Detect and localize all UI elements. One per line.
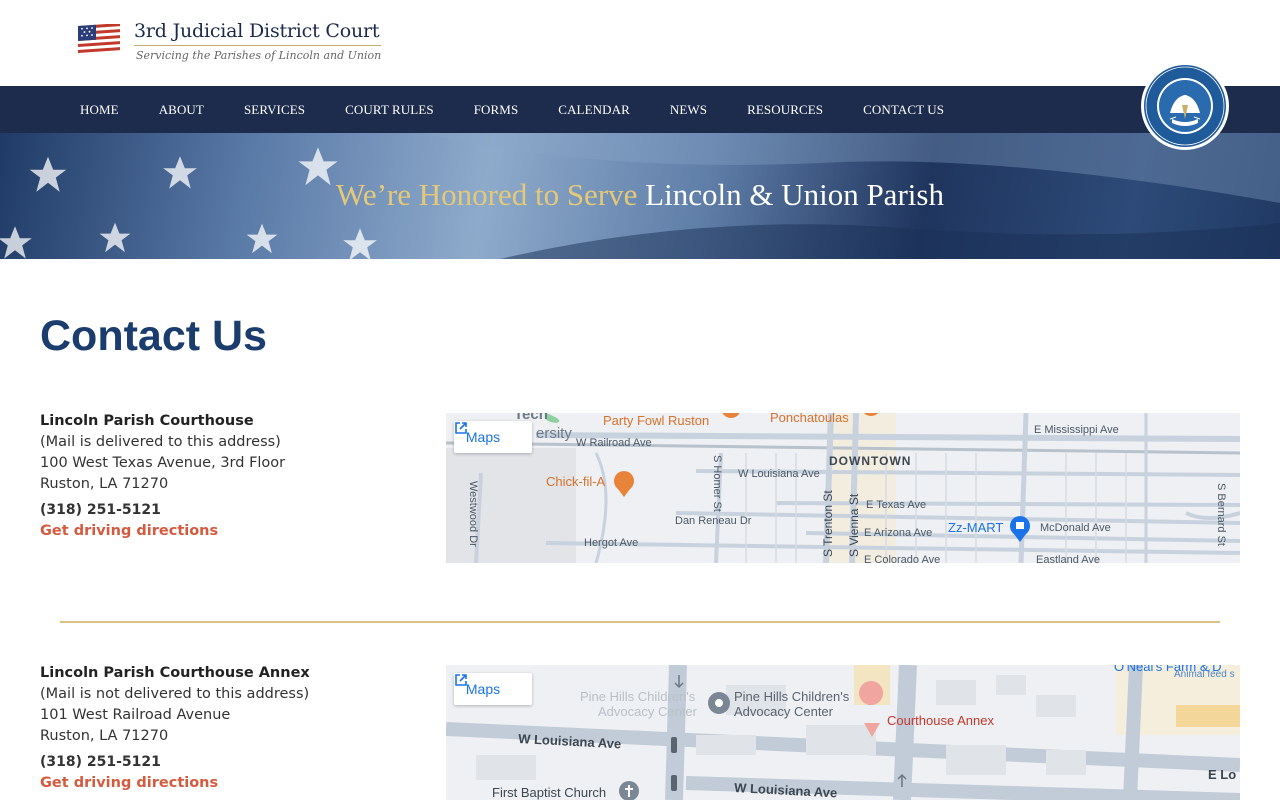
map-label-animal-feed: Animal feed s [1174,669,1235,680]
banner-text-white: Lincoln & Union Parish [645,177,944,212]
location-note: (Mail is delivered to this address) [40,434,281,450]
map-label-first-baptist: First Baptist Church [492,785,606,800]
map-label-arizona: E Arizona Ave [864,527,932,539]
nav-services[interactable]: SERVICES [244,102,305,118]
location-address-line2: Ruston, LA 71270 [40,476,169,492]
nav-calendar[interactable]: CALENDAR [558,102,630,118]
external-link-icon [455,674,520,696]
driving-directions-link[interactable]: Get driving directions [40,521,420,542]
location-address-line1: 100 West Texas Avenue, 3rd Floor [40,455,286,471]
open-in-maps-button[interactable]: Maps [454,673,532,705]
map-label-e-lo: E Lo [1208,767,1236,782]
map-label-eastland: Eastland Ave [1036,554,1100,563]
maps-button-label: Maps [465,681,501,697]
map-label-texas: E Texas Ave [866,499,926,511]
location-name: Lincoln Parish Courthouse Annex [40,665,310,681]
map-label-ponchatoulas: Ponchatoulas [770,413,849,425]
hero-banner: We’re Honored to Serve Lincoln & Union P… [0,133,1280,259]
nav-news[interactable]: NEWS [670,102,707,118]
american-flag-icon [78,23,120,54]
map-label-colorado: E Colorado Ave [864,554,940,563]
location-name: Lincoln Parish Courthouse [40,413,254,429]
map-label-louisiana: W Louisiana Ave [738,468,820,480]
map-lincoln-parish-courthouse-annex[interactable]: Pine Hills Children's Advocacy Center Pi… [446,665,1240,800]
banner-headline: We’re Honored to Serve Lincoln & Union P… [0,177,1280,213]
map-label-pinehills: Pine Hills Children's [734,689,850,704]
nav-home[interactable]: HOME [80,102,119,118]
open-in-maps-button[interactable]: Maps [454,421,532,453]
banner-text-gold: We’re Honored to Serve [336,177,638,212]
map-label-ersity: ersity [536,425,572,442]
site-subtitle: Servicing the Parishes of Lincoln and Un… [136,49,382,62]
map-label-reneau: Dan Reneau Dr [675,515,752,527]
external-link-icon [455,422,520,444]
section-divider [60,621,1220,623]
site-title: 3rd Judicial District Court [134,20,382,46]
location-note: (Mail is not delivered to this address) [40,686,310,702]
map-label-zzmart: Zz-MART [948,520,1003,535]
location-phone[interactable]: (318) 251-5121 [40,500,420,521]
map-label-advocacy: Advocacy Center [734,704,834,719]
nav-resources[interactable]: RESOURCES [747,102,823,118]
maps-button-label: Maps [465,429,501,445]
map-label-trenton: S Trenton St [821,490,835,557]
map-lincoln-parish-courthouse[interactable]: Tech ersity Party Fowl Ruston Ponchatoul… [446,413,1240,563]
nav-about[interactable]: ABOUT [159,102,204,118]
location-lincoln-parish-courthouse-annex: Lincoln Parish Courthouse Annex (Mail is… [40,663,420,794]
map-label-party-fowl: Party Fowl Ruston [603,413,709,428]
map-label-homer: S Homer St [711,455,723,512]
map-label-downtown: DOWNTOWN [829,454,911,468]
nav-forms[interactable]: FORMS [474,102,519,118]
site-header: 3rd Judicial District Court Servicing th… [0,0,1280,86]
map-label-westwood: Westwood Dr [467,481,479,547]
location-lincoln-parish-courthouse: Lincoln Parish Courthouse (Mail is deliv… [40,411,420,542]
nav-court-rules[interactable]: COURT RULES [345,102,434,118]
main-nav: HOME ABOUT SERVICES COURT RULES FORMS CA… [0,86,1280,133]
map-label-mcdonald: McDonald Ave [1040,522,1111,534]
map-label-mississippi: E Mississippi Ave [1034,424,1119,436]
page-title: Contact Us [40,312,267,360]
map-label-pinehills-faded: Pine Hills Children's [580,689,696,704]
driving-directions-link[interactable]: Get driving directions [40,773,420,794]
louisiana-state-seal-icon [1140,61,1230,151]
map-label-railroad: W Railroad Ave [576,437,652,449]
location-address-line1: 101 West Railroad Avenue [40,707,231,723]
nav-contact-us[interactable]: CONTACT US [863,102,944,118]
map-label-vienna: S Vienna St [847,493,861,557]
site-brand[interactable]: 3rd Judicial District Court Servicing th… [78,20,382,62]
location-address-line2: Ruston, LA 71270 [40,728,169,744]
map-label-hergot: Hergot Ave [584,537,638,549]
location-phone[interactable]: (318) 251-5121 [40,752,420,773]
map-label-advocacy-faded: Advocacy Center [598,704,698,719]
map-label-courthouse-annex: Courthouse Annex [887,713,994,728]
map-label-bernard: S Bernard St [1215,483,1227,546]
map-label-chickfila: Chick-fil-A [546,474,606,489]
